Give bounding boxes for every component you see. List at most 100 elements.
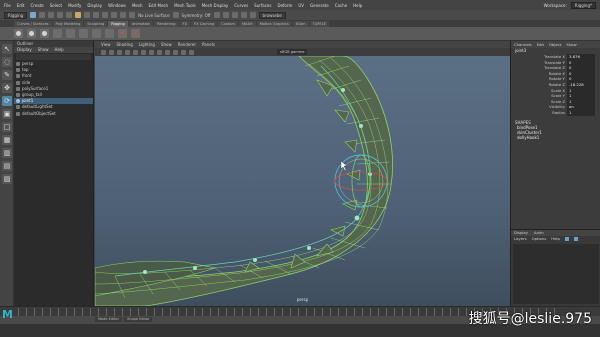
snap-curve-icon[interactable] — [111, 12, 118, 18]
layer-menu-item[interactable]: Layers — [514, 236, 527, 242]
rotate-tool-icon[interactable]: ⟳ — [2, 96, 12, 106]
save-scene-icon[interactable] — [48, 12, 55, 18]
new-layer-icon[interactable] — [564, 237, 569, 241]
menu-item[interactable]: File — [4, 3, 11, 8]
render-settings-icon[interactable] — [231, 12, 238, 18]
shadows-icon[interactable] — [173, 49, 178, 55]
menu-item[interactable]: Edit — [17, 3, 25, 8]
outliner-item[interactable]: defaultObjectSet — [14, 111, 93, 117]
menu-item[interactable]: UV — [298, 3, 304, 8]
cluster-icon[interactable] — [79, 29, 88, 38]
graph-layout-icon[interactable]: ▤ — [2, 161, 12, 171]
ipr-icon[interactable] — [222, 12, 229, 18]
bottom-tab[interactable]: Mode Editor — [95, 317, 123, 322]
outliner-menu-item[interactable]: Show — [38, 47, 49, 53]
symmetry-icon[interactable] — [172, 12, 179, 18]
menu-item[interactable]: Deform — [277, 3, 292, 8]
outliner-search-input[interactable] — [16, 54, 91, 60]
viewport-menu-item[interactable]: View — [101, 41, 111, 48]
textured-icon[interactable] — [157, 49, 162, 55]
camera-select-icon[interactable] — [101, 49, 106, 55]
paint-select-icon[interactable]: ✎ — [2, 70, 12, 80]
bookmark-icon[interactable] — [109, 49, 114, 55]
layer-menu-item[interactable]: Options — [532, 236, 547, 242]
undo-icon[interactable] — [57, 12, 64, 18]
hypershade-icon[interactable] — [240, 12, 247, 18]
viewport-menu-item[interactable]: Renderer — [178, 41, 196, 48]
viewport-menu-item[interactable]: Panels — [202, 41, 215, 48]
new-layer-selected-icon[interactable] — [573, 237, 578, 241]
channelbox-tab[interactable]: Show — [566, 41, 576, 48]
symmetry-label[interactable]: Symmetry: Off — [182, 13, 211, 18]
lights-icon[interactable] — [165, 49, 170, 55]
search-input[interactable]: browsebe — [258, 11, 286, 19]
ik-spline-icon[interactable] — [40, 29, 49, 38]
menu-item[interactable]: Help — [353, 3, 362, 8]
grid-icon[interactable] — [125, 49, 130, 55]
viewport-menu-item[interactable]: Show — [161, 41, 172, 48]
lasso-tool-icon[interactable]: ◌ — [2, 57, 12, 67]
paint-weights-icon[interactable] — [66, 29, 75, 38]
menu-item[interactable]: Windows — [108, 3, 126, 8]
channelbox-tab[interactable]: Edit — [537, 41, 544, 48]
viewport-menu-item[interactable]: Shading — [117, 41, 133, 48]
snap-grid-icon[interactable] — [102, 12, 109, 18]
viewport-scene[interactable]: persp — [95, 56, 510, 306]
layer-list[interactable] — [513, 244, 599, 304]
xray-joints-icon[interactable] — [189, 49, 194, 55]
single-view-icon[interactable]: □ — [2, 122, 12, 132]
xray-icon[interactable] — [181, 49, 186, 55]
channelbox-tab[interactable]: Object — [549, 41, 561, 48]
menu-item[interactable]: Mesh — [132, 3, 143, 8]
magnet-icon[interactable] — [129, 12, 136, 18]
outliner-menu-item[interactable]: Help — [55, 47, 64, 53]
outliner-layout-icon[interactable]: ▥ — [2, 148, 12, 158]
shape-item[interactable]: dollyHook1 — [511, 135, 600, 140]
workspace-dropdown[interactable]: Rigging* — [570, 1, 596, 9]
smooth-shade-icon[interactable] — [149, 49, 154, 55]
select-by-component-icon[interactable] — [93, 12, 100, 18]
menu-item[interactable]: Modify — [68, 3, 81, 8]
bottom-tab[interactable]: Shape Editor — [124, 317, 153, 322]
attribute-row[interactable]: Radius 1 — [511, 109, 600, 116]
select-tool-icon[interactable]: ↖ — [2, 44, 12, 54]
select-by-hierarchy-icon[interactable] — [75, 12, 82, 18]
blendshape-icon[interactable] — [105, 29, 114, 38]
menu-item[interactable]: Mesh Display — [202, 3, 229, 8]
menu-item[interactable]: Mesh Tools — [174, 3, 196, 8]
film-gate-icon[interactable] — [133, 49, 138, 55]
scale-tool-icon[interactable]: ▣ — [2, 109, 12, 119]
redo-icon[interactable] — [66, 12, 73, 18]
four-view-icon[interactable]: ▦ — [2, 135, 12, 145]
menu-item[interactable]: Create — [30, 3, 43, 8]
ik-handle-icon[interactable] — [27, 29, 36, 38]
menu-item[interactable]: Edit Mesh — [149, 3, 169, 8]
snap-point-icon[interactable] — [120, 12, 127, 18]
constraint-icon[interactable]: × — [131, 29, 140, 38]
layout-icon[interactable]: ▧ — [2, 174, 12, 184]
bind-skin-icon[interactable] — [53, 29, 62, 38]
menu-item[interactable]: Surfaces — [254, 3, 271, 8]
menu-item[interactable]: Select — [50, 3, 62, 8]
create-joint-icon[interactable] — [14, 29, 23, 38]
menu-item[interactable]: Curves — [234, 3, 248, 8]
attribute-value[interactable]: 1 — [567, 109, 595, 116]
menuset-dropdown[interactable]: Rigging — [4, 11, 28, 19]
new-scene-icon[interactable] — [30, 12, 37, 18]
locator-icon[interactable]: + — [118, 29, 127, 38]
lattice-icon[interactable] — [92, 29, 101, 38]
menu-item[interactable]: Cache — [335, 3, 347, 8]
wireframe-icon[interactable] — [141, 49, 146, 55]
open-scene-icon[interactable] — [39, 12, 46, 18]
colorspace-dropdown[interactable]: sRGB gamma — [277, 49, 308, 55]
live-surface-label[interactable]: No Live Surface — [138, 13, 169, 18]
menu-item[interactable]: Display — [87, 3, 102, 8]
viewport-menu-item[interactable]: Lighting — [139, 41, 155, 48]
menu-item[interactable]: Generate — [310, 3, 329, 8]
image-plane-icon[interactable] — [117, 49, 122, 55]
render-icon[interactable] — [213, 12, 220, 18]
channelbox-tab[interactable]: Channels — [514, 41, 532, 48]
move-tool-icon[interactable]: ✥ — [2, 83, 12, 93]
layer-menu-item[interactable]: Help — [551, 236, 560, 242]
outliner-menu-item[interactable]: Display — [17, 47, 32, 53]
